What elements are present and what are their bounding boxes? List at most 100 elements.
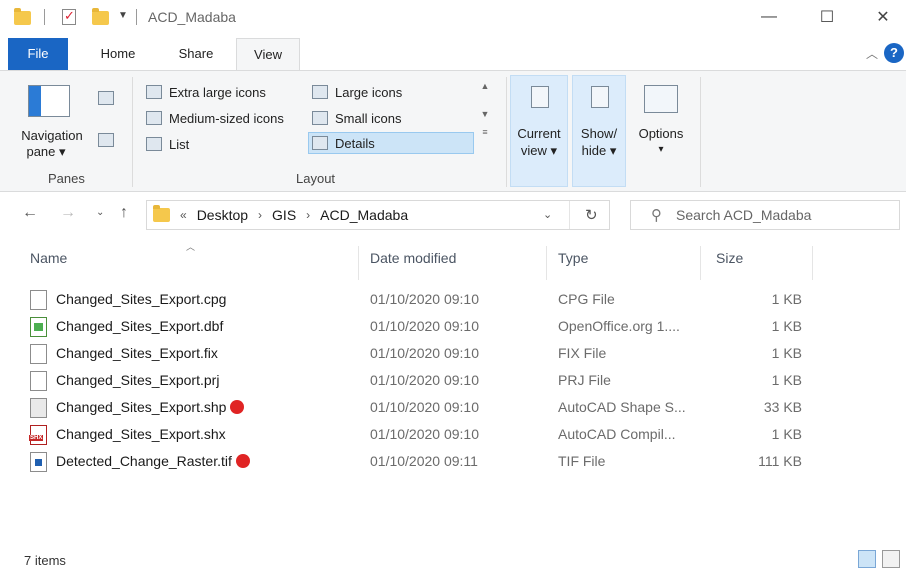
breadcrumb-gis[interactable]: GIS xyxy=(272,207,296,223)
file-row[interactable]: Changed_Sites_Export.dbf 01/10/2020 09:1… xyxy=(0,313,906,340)
layout-item-label: Extra large icons xyxy=(169,84,266,100)
column-divider[interactable] xyxy=(812,246,813,280)
show-hide-label-2: hide ▾ xyxy=(581,143,617,158)
scroll-up-icon[interactable]: ▲ xyxy=(476,81,494,91)
minimize-button[interactable]: — xyxy=(746,0,792,34)
show-hide-button[interactable]: Show/ hide ▾ xyxy=(572,75,626,187)
panes-group-label: Panes xyxy=(48,171,85,186)
current-view-button[interactable]: Current view ▾ xyxy=(510,75,568,187)
layout-item-label: Medium-sized icons xyxy=(169,110,284,126)
group-divider xyxy=(700,77,701,187)
scroll-down-icon[interactable]: ▼ xyxy=(476,109,494,119)
large-icons-icon xyxy=(312,85,328,99)
chevron-right-icon[interactable]: › xyxy=(306,208,310,222)
column-header-type[interactable]: Type xyxy=(558,250,588,276)
layout-list[interactable]: List xyxy=(146,133,189,155)
file-row[interactable]: Detected_Change_Raster.tif 01/10/2020 09… xyxy=(0,448,906,475)
options-caret: ▾ xyxy=(658,144,664,155)
tif-icon xyxy=(30,452,47,472)
file-name: Changed_Sites_Export.prj xyxy=(56,372,220,388)
layout-item-label: Small icons xyxy=(335,110,402,126)
shp-icon xyxy=(30,398,47,418)
file-type: AutoCAD Shape S... xyxy=(558,399,686,415)
file-size: 33 KB xyxy=(763,399,802,415)
navigation-pane-icon xyxy=(28,85,70,117)
file-size: 1 KB xyxy=(771,291,802,307)
help-icon[interactable]: ? xyxy=(884,43,904,63)
properties-icon[interactable] xyxy=(62,8,76,25)
tab-file[interactable]: File xyxy=(8,38,68,70)
tab-home[interactable]: Home xyxy=(92,38,144,70)
column-divider[interactable] xyxy=(358,246,359,280)
file-type: FIX File xyxy=(558,345,607,361)
search-input[interactable]: Search ACD_Madaba xyxy=(676,207,811,223)
new-folder-icon[interactable] xyxy=(92,8,109,25)
tab-share[interactable]: Share xyxy=(168,38,224,70)
overflow-chevron[interactable]: « xyxy=(180,208,187,222)
file-row[interactable]: Changed_Sites_Export.shp 01/10/2020 09:1… xyxy=(0,394,906,421)
file-row[interactable]: Changed_Sites_Export.cpg 01/10/2020 09:1… xyxy=(0,286,906,313)
layout-details[interactable]: Details xyxy=(308,132,474,154)
file-date: 01/10/2020 09:10 xyxy=(370,345,479,361)
red-marker-icon xyxy=(230,400,245,414)
breadcrumb-acd-madaba[interactable]: ACD_Madaba xyxy=(320,207,408,223)
sort-ascending-icon: ︿ xyxy=(186,242,196,252)
details-pane-icon[interactable] xyxy=(98,133,114,147)
column-header-size[interactable]: Size xyxy=(716,250,743,276)
forward-arrow-icon[interactable]: → xyxy=(60,204,76,222)
more-layouts-icon[interactable]: ≡ xyxy=(476,127,494,137)
column-divider[interactable] xyxy=(700,246,701,280)
options-icon xyxy=(644,85,678,113)
extra-large-icons-icon xyxy=(146,85,162,99)
file-row[interactable]: Changed_Sites_Export.prj 01/10/2020 09:1… xyxy=(0,367,906,394)
file-name: Changed_Sites_Export.dbf xyxy=(56,318,224,334)
up-arrow-icon[interactable]: ↑ xyxy=(120,204,128,222)
address-dropdown-icon[interactable]: ⌄ xyxy=(543,208,552,221)
folder-icon xyxy=(153,205,170,222)
file-name: Changed_Sites_Export.cpg xyxy=(56,291,227,307)
divider xyxy=(136,9,137,25)
options-label: Options xyxy=(638,126,684,141)
chevron-right-icon[interactable]: › xyxy=(258,208,262,222)
file-icon xyxy=(30,344,47,364)
layout-item-label: List xyxy=(169,136,190,152)
layout-item-label: Large icons xyxy=(335,84,403,100)
layout-group-label: Layout xyxy=(296,171,336,186)
file-icon xyxy=(30,290,47,310)
layout-scroll[interactable]: ▲ ▼ ≡ xyxy=(476,79,494,155)
group-divider xyxy=(506,77,507,187)
tab-view[interactable]: View xyxy=(236,38,300,71)
shx-icon xyxy=(29,425,47,445)
large-icons-view-icon[interactable] xyxy=(882,550,900,568)
column-header-date[interactable]: Date modified xyxy=(370,250,456,276)
breadcrumb-desktop[interactable]: Desktop xyxy=(197,207,248,223)
current-view-icon xyxy=(531,86,549,108)
dbf-icon xyxy=(30,317,47,337)
layout-small-icons[interactable]: Small icons xyxy=(312,107,401,129)
close-button[interactable]: ✕ xyxy=(860,0,906,34)
layout-extra-large-icons[interactable]: Extra large icons xyxy=(146,81,266,103)
details-view-icon[interactable] xyxy=(858,550,876,568)
column-divider[interactable] xyxy=(546,246,547,280)
group-divider xyxy=(132,77,133,187)
file-row[interactable]: Changed_Sites_Export.shx 01/10/2020 09:1… xyxy=(0,421,906,448)
preview-pane-icon[interactable] xyxy=(98,91,114,105)
navigation-bar: ← → ⌄ ↑ « Desktop › GIS › ACD_Madaba ⌄ ↻… xyxy=(0,196,906,234)
red-marker-icon xyxy=(235,454,250,468)
file-date: 01/10/2020 09:11 xyxy=(370,453,478,469)
layout-large-icons[interactable]: Large icons xyxy=(312,81,402,103)
customize-toolbar-icon[interactable]: ▼ xyxy=(118,10,128,21)
file-type: AutoCAD Compil... xyxy=(558,426,676,442)
search-box[interactable]: ⚲ Search ACD_Madaba xyxy=(630,200,900,230)
file-type: CPG File xyxy=(558,291,615,307)
back-arrow-icon[interactable]: ← xyxy=(22,204,38,222)
file-size: 1 KB xyxy=(771,372,802,388)
refresh-icon[interactable]: ↻ xyxy=(585,206,598,224)
recent-locations-icon[interactable]: ⌄ xyxy=(96,207,104,218)
file-row[interactable]: Changed_Sites_Export.fix 01/10/2020 09:1… xyxy=(0,340,906,367)
address-bar[interactable]: « Desktop › GIS › ACD_Madaba ⌄ ↻ xyxy=(146,200,610,230)
collapse-ribbon-icon[interactable]: ︿ xyxy=(866,45,878,62)
layout-medium-icons[interactable]: Medium-sized icons xyxy=(146,107,284,129)
column-header-name[interactable]: Name xyxy=(30,250,67,276)
maximize-button[interactable]: ☐ xyxy=(804,0,850,34)
